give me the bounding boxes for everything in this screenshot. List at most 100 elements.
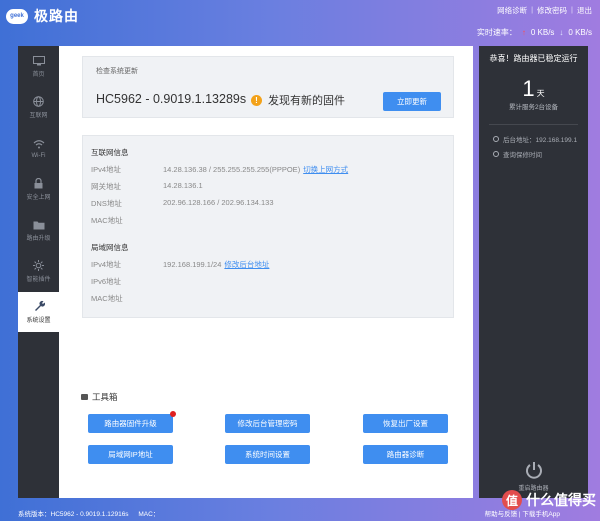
uptime-days: 1 bbox=[522, 76, 535, 101]
search-icon bbox=[493, 151, 499, 157]
globe-icon bbox=[32, 96, 45, 107]
row-value: 192.168.199.1/24 bbox=[163, 260, 222, 269]
sidebar-item-system-settings[interactable]: 系统设置 bbox=[18, 292, 59, 332]
divider bbox=[489, 124, 578, 125]
sidebar-item-label: Wi-Fi bbox=[31, 152, 46, 159]
logout-link[interactable]: 退出 bbox=[577, 5, 592, 16]
lan-ip-button[interactable]: 局域网IP地址 bbox=[88, 445, 173, 464]
mac-label: MAC： bbox=[138, 511, 160, 518]
sidebar-item-label: 首页 bbox=[32, 72, 45, 78]
admin-address: 后台地址：192.168.199.1 bbox=[493, 134, 577, 144]
info-row: 网关地址 14.28.136.1 bbox=[91, 181, 203, 192]
separator: | bbox=[571, 5, 573, 14]
status-headline: 恭喜！路由器已稳定运行 bbox=[489, 54, 578, 63]
row-value: 14.28.136.38 / 255.255.255.255(PPPOE) bbox=[163, 165, 301, 174]
gear-sun-icon bbox=[32, 260, 45, 271]
lock-icon bbox=[32, 178, 45, 189]
row-label: MAC地址 bbox=[91, 294, 123, 303]
sidebar-item-label: 安全上网 bbox=[26, 195, 51, 201]
row-label: DNS地址 bbox=[91, 199, 122, 208]
power-icon bbox=[524, 460, 544, 480]
info-row: IPv6地址 bbox=[91, 276, 121, 287]
sidebar-item-label: 互联网 bbox=[29, 113, 48, 119]
uptime: 1天 bbox=[479, 76, 588, 102]
row-label: IPv6地址 bbox=[91, 277, 122, 286]
uptime-unit: 天 bbox=[536, 89, 545, 98]
firmware-version: HC5962 - 0.9019.1.13289s bbox=[96, 92, 247, 106]
row-value: 14.28.136.1 bbox=[163, 181, 203, 190]
folder-icon bbox=[32, 219, 45, 230]
info-row: MAC地址 bbox=[91, 293, 123, 304]
sidebar-item-label: 路由升级 bbox=[26, 236, 51, 242]
status-panel: 恭喜！路由器已稳定运行 1天 累计服务2台设备 后台地址：192.168.199… bbox=[479, 46, 588, 498]
download-rate: 0 KB/s bbox=[568, 28, 592, 37]
footer-info: 系统版本：HC5962 - 0.9019.1.12916s MAC： bbox=[18, 508, 159, 518]
row-label: MAC地址 bbox=[91, 216, 123, 225]
monitor-icon bbox=[32, 55, 45, 66]
watermark-badge: 值 bbox=[502, 490, 522, 510]
update-notice: ! 发现有新的固件 bbox=[251, 92, 345, 108]
sidebar-item-security[interactable]: 安全上网 bbox=[18, 169, 59, 210]
system-version: 系统版本：HC5962 - 0.9019.1.12916s bbox=[18, 511, 129, 518]
info-row: IPv4地址 14.28.136.38 / 255.255.255.255(PP… bbox=[91, 164, 348, 175]
info-row: IPv4地址 192.168.199.1/24 修改后台地址 bbox=[91, 259, 269, 270]
watermark-text: 什么值得买 bbox=[526, 492, 596, 508]
switch-connection-link[interactable]: 切换上网方式 bbox=[303, 165, 348, 174]
sidebar: 首页 互联网 Wi-Fi 安全上网 路由升级 智能插件 系统设置 bbox=[18, 46, 59, 498]
wifi-icon bbox=[32, 139, 45, 150]
row-label: 网关地址 bbox=[91, 182, 121, 191]
network-info-card: 互联网信息 IPv4地址 14.28.136.38 / 255.255.255.… bbox=[82, 135, 454, 318]
separator: | bbox=[531, 5, 534, 14]
upload-rate: 0 KB/s bbox=[530, 28, 555, 37]
sidebar-item-plugins[interactable]: 智能插件 bbox=[18, 251, 59, 292]
toolbox-title: 工具箱 bbox=[81, 391, 118, 403]
logo-badge: geek bbox=[6, 8, 28, 24]
info-row: MAC地址 bbox=[91, 215, 123, 226]
sidebar-item-internet[interactable]: 互联网 bbox=[18, 87, 59, 128]
button-label: 路由器固件升级 bbox=[104, 419, 157, 428]
sidebar-item-label: 系统设置 bbox=[26, 317, 51, 324]
admin-address-text: 后台地址：192.168.199.1 bbox=[503, 137, 578, 144]
update-now-button[interactable]: 立即更新 bbox=[383, 92, 441, 111]
system-update-card: 检查系统更新 HC5962 - 0.9019.1.13289s ! 发现有新的固… bbox=[82, 56, 454, 118]
main-panel: 检查系统更新 HC5962 - 0.9019.1.13289s ! 发现有新的固… bbox=[59, 46, 473, 498]
factory-reset-button[interactable]: 恢复出厂设置 bbox=[363, 414, 448, 433]
restart-router-button[interactable]: 重启路由器 bbox=[479, 460, 588, 492]
row-value: 202.96.128.166 / 202.96.134.133 bbox=[163, 198, 274, 207]
sidebar-item-home[interactable]: 首页 bbox=[18, 46, 59, 87]
exclamation-icon: ! bbox=[251, 94, 262, 106]
network-diagnose-link[interactable]: 网络诊断 bbox=[497, 5, 527, 16]
firmware-upgrade-button[interactable]: 路由器固件升级 bbox=[88, 411, 176, 433]
warranty-text: 查询保修时间 bbox=[503, 152, 542, 159]
rate-label: 实时速率： bbox=[476, 28, 517, 37]
download-arrow-icon: ↓ bbox=[559, 28, 564, 37]
sidebar-item-label: 智能插件 bbox=[26, 277, 51, 283]
change-password-link[interactable]: 修改密码 bbox=[537, 5, 567, 16]
lan-info-title: 局域网信息 bbox=[91, 243, 129, 252]
app-title: 极路由 bbox=[34, 8, 79, 24]
row-label: IPv4地址 bbox=[91, 165, 122, 174]
sidebar-item-upgrade[interactable]: 路由升级 bbox=[18, 210, 59, 251]
sidebar-item-wifi[interactable]: Wi-Fi bbox=[18, 128, 59, 169]
update-card-title: 检查系统更新 bbox=[96, 68, 138, 75]
router-diagnose-button[interactable]: 路由器诊断 bbox=[363, 445, 448, 464]
change-admin-address-link[interactable]: 修改后台地址 bbox=[224, 260, 269, 269]
warranty-link[interactable]: 查询保修时间 bbox=[493, 149, 542, 159]
internet-info-title: 互联网信息 bbox=[91, 148, 129, 157]
served-devices: 累计服务2台设备 bbox=[508, 104, 559, 111]
update-message: 发现有新的固件 bbox=[268, 95, 345, 107]
info-row: DNS地址 202.96.128.166 / 202.96.134.133 bbox=[91, 198, 274, 209]
clock-icon bbox=[493, 136, 499, 142]
logo: geek 极路由 bbox=[6, 6, 79, 26]
toolbox-icon bbox=[81, 394, 88, 400]
realtime-rate: 实时速率： ↑ 0 KB/s ↓ 0 KB/s bbox=[477, 27, 592, 38]
row-label: IPv4地址 bbox=[91, 260, 122, 269]
system-time-button[interactable]: 系统时间设置 bbox=[225, 445, 310, 464]
wrench-icon bbox=[32, 301, 45, 312]
watermark: 值 什么值得买 bbox=[502, 490, 596, 510]
top-links: 网络诊断 | 修改密码 | 退出 bbox=[497, 5, 592, 16]
toolbox-label: 工具箱 bbox=[92, 392, 118, 402]
notification-dot bbox=[170, 411, 176, 417]
change-admin-password-button[interactable]: 修改后台管理密码 bbox=[225, 414, 310, 433]
upload-arrow-icon: ↑ bbox=[521, 28, 526, 37]
